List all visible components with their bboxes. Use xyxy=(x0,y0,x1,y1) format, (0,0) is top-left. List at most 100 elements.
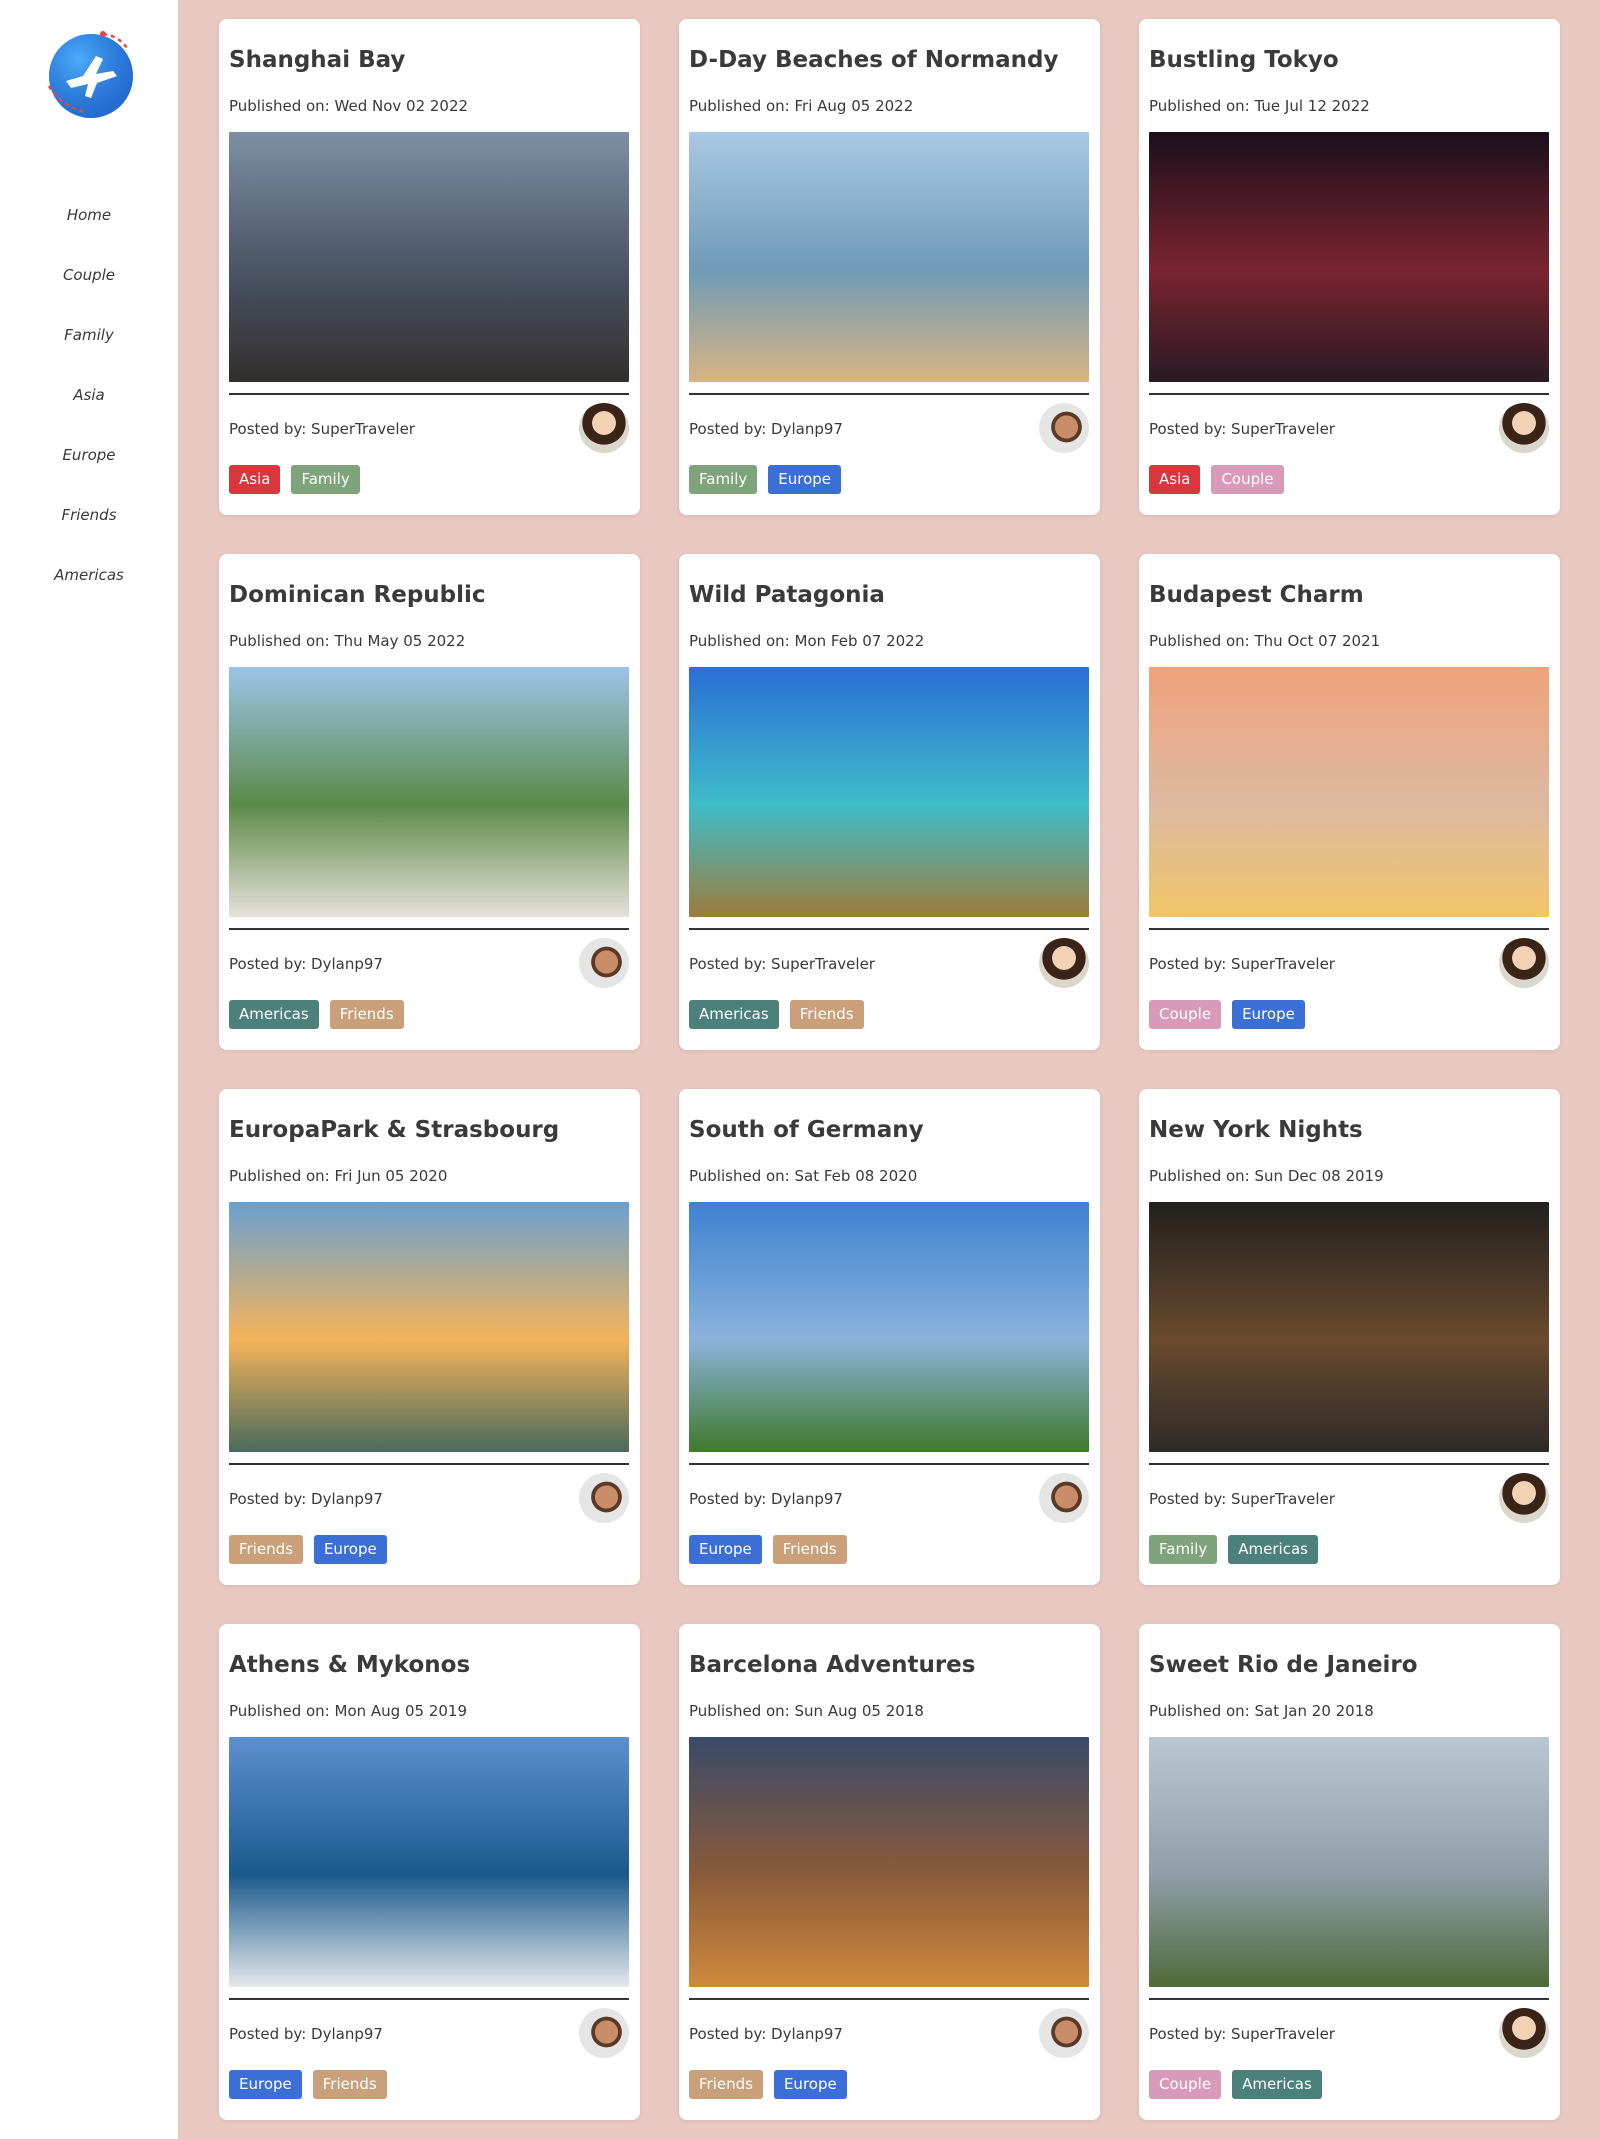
post-image[interactable] xyxy=(689,1202,1089,1452)
man-avatar[interactable] xyxy=(579,1473,629,1523)
tag-americas[interactable]: Americas xyxy=(1228,1535,1318,1564)
tag-friends[interactable]: Friends xyxy=(329,1000,404,1029)
woman-avatar[interactable] xyxy=(579,403,629,453)
tag-europe[interactable]: Europe xyxy=(689,1535,762,1564)
post-image[interactable] xyxy=(689,132,1089,382)
tag-europe[interactable]: Europe xyxy=(1232,1000,1305,1029)
post-card[interactable]: New York Nights Published on: Sun Dec 08… xyxy=(1139,1089,1560,1585)
post-card[interactable]: South of Germany Published on: Sat Feb 0… xyxy=(679,1089,1100,1585)
man-avatar[interactable] xyxy=(1039,403,1089,453)
tag-friends[interactable]: Friends xyxy=(689,2070,763,2099)
post-image[interactable] xyxy=(1149,1737,1549,1987)
posted-by-label: Posted by: xyxy=(229,420,307,438)
nav-item-friends[interactable]: Friends xyxy=(0,490,178,550)
post-title[interactable]: Sweet Rio de Janeiro xyxy=(1149,1652,1418,1678)
tag-family[interactable]: Family xyxy=(291,465,360,494)
tag-europe[interactable]: Europe xyxy=(229,2070,302,2099)
airplane-globe-logo[interactable] xyxy=(41,26,137,122)
post-title[interactable]: Dominican Republic xyxy=(229,582,486,608)
tag-friends[interactable]: Friends xyxy=(229,1535,303,1564)
post-title[interactable]: Athens & Mykonos xyxy=(229,1652,470,1678)
post-author: SuperTraveler xyxy=(1231,2025,1335,2043)
post-title[interactable]: Shanghai Bay xyxy=(229,47,405,73)
nav-item-home[interactable]: Home xyxy=(0,190,178,250)
tag-couple[interactable]: Couple xyxy=(1149,1000,1222,1029)
post-card[interactable]: Dominican Republic Published on: Thu May… xyxy=(219,554,640,1050)
post-title[interactable]: New York Nights xyxy=(1149,1117,1363,1143)
posted-by-label: Posted by: xyxy=(1149,1490,1227,1508)
man-avatar[interactable] xyxy=(579,2008,629,2058)
post-image[interactable] xyxy=(229,667,629,917)
post-image[interactable] xyxy=(1149,1202,1549,1452)
tag-friends[interactable]: Friends xyxy=(312,2070,387,2099)
post-image[interactable] xyxy=(1149,132,1549,382)
post-title[interactable]: EuropaPark & Strasbourg xyxy=(229,1117,559,1143)
woman-avatar[interactable] xyxy=(1499,403,1549,453)
post-title[interactable]: Wild Patagonia xyxy=(689,582,885,608)
tag-asia[interactable]: Asia xyxy=(1149,465,1201,494)
woman-avatar[interactable] xyxy=(1499,1473,1549,1523)
post-author: Dylanp97 xyxy=(311,955,383,973)
tag-europe[interactable]: Europe xyxy=(768,465,842,494)
nav-item-family[interactable]: Family xyxy=(0,310,178,370)
nav-item-americas[interactable]: Americas xyxy=(0,550,178,610)
tag-asia[interactable]: Asia xyxy=(229,465,281,494)
woman-avatar[interactable] xyxy=(1499,938,1549,988)
published-date: Fri Jun 05 2020 xyxy=(334,1167,448,1185)
tag-americas[interactable]: Americas xyxy=(689,1000,779,1029)
posted-by-label: Posted by: xyxy=(1149,420,1227,438)
post-card[interactable]: Bustling Tokyo Published on: Tue Jul 12 … xyxy=(1139,19,1560,515)
post-tags: Europe Friends xyxy=(689,1535,847,1564)
post-title[interactable]: Budapest Charm xyxy=(1149,582,1364,608)
post-card[interactable]: Budapest Charm Published on: Thu Oct 07 … xyxy=(1139,554,1560,1050)
published-label: Published on: xyxy=(229,97,330,115)
post-image[interactable] xyxy=(229,1202,629,1452)
divider xyxy=(229,1998,629,2000)
man-avatar[interactable] xyxy=(1039,2008,1089,2058)
post-image[interactable] xyxy=(689,1737,1089,1987)
post-card[interactable]: Athens & Mykonos Published on: Mon Aug 0… xyxy=(219,1624,640,2120)
post-author: SuperTraveler xyxy=(1231,955,1335,973)
post-card[interactable]: Sweet Rio de Janeiro Published on: Sat J… xyxy=(1139,1624,1560,2120)
post-image[interactable] xyxy=(1149,667,1549,917)
divider xyxy=(689,928,1089,930)
tag-americas[interactable]: Americas xyxy=(229,1000,319,1029)
post-date-row: Published on: Thu Oct 07 2021 xyxy=(1149,632,1380,650)
post-image[interactable] xyxy=(689,667,1089,917)
post-author-row: Posted by: SuperTraveler xyxy=(1149,1490,1335,1508)
nav-item-europe[interactable]: Europe xyxy=(0,430,178,490)
woman-avatar[interactable] xyxy=(1039,938,1089,988)
tag-couple[interactable]: Couple xyxy=(1149,2070,1222,2099)
post-tags: Friends Europe xyxy=(689,2070,847,2099)
tag-americas[interactable]: Americas xyxy=(1232,2070,1322,2099)
nav-item-asia[interactable]: Asia xyxy=(0,370,178,430)
post-date-row: Published on: Sun Dec 08 2019 xyxy=(1149,1167,1384,1185)
tag-europe[interactable]: Europe xyxy=(313,1535,387,1564)
post-card[interactable]: Shanghai Bay Published on: Wed Nov 02 20… xyxy=(219,19,640,515)
post-image[interactable] xyxy=(229,1737,629,1987)
published-date: Wed Nov 02 2022 xyxy=(334,97,469,115)
man-avatar[interactable] xyxy=(1039,1473,1089,1523)
tag-europe[interactable]: Europe xyxy=(773,2070,847,2099)
tag-family[interactable]: Family xyxy=(689,465,758,494)
post-title[interactable]: D-Day Beaches of Normandy xyxy=(689,47,1058,73)
woman-avatar[interactable] xyxy=(1499,2008,1549,2058)
post-card[interactable]: D-Day Beaches of Normandy Published on: … xyxy=(679,19,1100,515)
tag-couple[interactable]: Couple xyxy=(1211,465,1284,494)
post-title[interactable]: Bustling Tokyo xyxy=(1149,47,1339,73)
nav-item-couple[interactable]: Couple xyxy=(0,250,178,310)
tag-family[interactable]: Family xyxy=(1149,1535,1218,1564)
post-title[interactable]: Barcelona Adventures xyxy=(689,1652,975,1678)
post-title[interactable]: South of Germany xyxy=(689,1117,924,1143)
man-avatar[interactable] xyxy=(579,938,629,988)
published-label: Published on: xyxy=(689,97,790,115)
divider xyxy=(1149,928,1549,930)
tag-friends[interactable]: Friends xyxy=(789,1000,864,1029)
post-card[interactable]: Wild Patagonia Published on: Mon Feb 07 … xyxy=(679,554,1100,1050)
tag-friends[interactable]: Friends xyxy=(772,1535,847,1564)
post-card[interactable]: Barcelona Adventures Published on: Sun A… xyxy=(679,1624,1100,2120)
post-image[interactable] xyxy=(229,132,629,382)
divider xyxy=(1149,1463,1549,1465)
divider xyxy=(689,1463,1089,1465)
post-card[interactable]: EuropaPark & Strasbourg Published on: Fr… xyxy=(219,1089,640,1585)
